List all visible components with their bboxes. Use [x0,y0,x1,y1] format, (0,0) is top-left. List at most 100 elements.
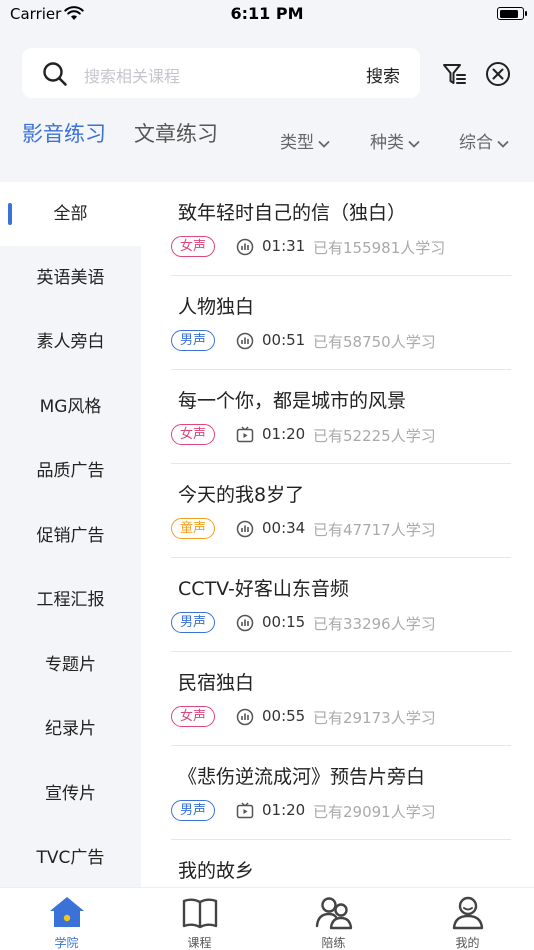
filter-sort-label: 综合 [459,133,493,153]
sidebar-item-label: 工程汇报 [36,590,105,610]
audio-wave-icon [236,520,254,542]
tab-label: 我的 [455,936,480,950]
course-title: 每一个你，都是城市的风景 [178,390,407,412]
status-bar: Carrier 6:11 PM [0,0,534,30]
sidebar-item-label: 品质广告 [36,461,105,481]
audio-wave-icon [236,614,254,636]
filter-sort-dropdown[interactable]: 综合 [459,128,509,153]
sidebar-item-promo-video[interactable]: 宣传片 [0,762,141,826]
tab-label: 陪练 [321,936,346,950]
filter-kind-label: 种类 [370,133,404,153]
course-title: 《悲伤逆流成河》预告片旁白 [178,766,426,788]
course-row[interactable]: 今天的我8岁了 童声 00:34 已有47717人学习 [171,464,511,558]
home-icon [47,894,87,936]
course-duration: 00:15 [262,613,306,631]
tab-label: 课程 [187,936,212,950]
video-icon [236,426,254,448]
sidebar-item-label: 专题片 [45,655,96,675]
voice-badge: 女声 [171,424,216,445]
tab-practice-partner[interactable]: 陪练 [267,888,400,950]
course-row[interactable]: 《悲伤逆流成河》预告片旁白 男声 01:20 已有29091人学习 [171,746,511,840]
course-duration: 01:31 [262,237,306,255]
course-title: 民宿独白 [178,672,255,694]
course-row[interactable]: 每一个你，都是城市的风景 女声 01:20 已有52225人学习 [171,370,511,464]
course-title: CCTV-好客山东音频 [178,578,349,600]
chevron-down-icon [318,133,330,153]
sidebar-item-quality-ads[interactable]: 品质广告 [0,439,141,503]
course-row[interactable]: 致年轻时自己的信（独白） 女声 01:31 已有155981人学习 [171,182,511,276]
sidebar-item-label: 促销广告 [36,526,105,546]
voice-badge: 童声 [171,518,216,539]
partners-icon [314,894,354,936]
course-title: 人物独白 [178,296,255,318]
learner-count: 已有155981人学习 [313,239,446,257]
sidebar-item-label: 纪录片 [45,719,96,739]
sidebar-item-engineering-report[interactable]: 工程汇报 [0,568,141,632]
learner-count: 已有52225人学习 [313,427,436,445]
course-title: 我的故乡 [178,860,255,882]
filter-icon[interactable] [441,61,467,91]
course-title: 今天的我8岁了 [178,484,305,506]
sidebar-item-amateur-narration[interactable]: 素人旁白 [0,310,141,374]
voice-badge: 男声 [171,612,216,633]
battery-level [499,9,519,18]
tab-video-practice[interactable]: 影音练习 [22,118,106,148]
sidebar-item-label: 全部 [53,204,88,224]
audio-wave-icon [236,332,254,354]
sidebar-item-all[interactable]: 全部 [0,182,141,246]
bottom-tab-bar: 学院 课程 陪练 我的 [0,887,534,950]
course-duration: 01:20 [262,801,306,819]
tab-academy[interactable]: 学院 [0,888,133,950]
voice-badge: 男声 [171,800,216,821]
learner-count: 已有29173人学习 [313,709,436,727]
chevron-down-icon [497,133,509,153]
search-button[interactable]: 搜索 [366,62,400,87]
search-icon [42,61,68,91]
learner-count: 已有47717人学习 [313,521,436,539]
course-duration: 00:55 [262,707,306,725]
course-title: 致年轻时自己的信（独白） [178,202,407,224]
learner-count: 已有29091人学习 [313,803,436,821]
sidebar-item-promo-ads[interactable]: 促销广告 [0,504,141,568]
category-sidebar: 全部 英语美语 素人旁白 MG风格 品质广告 促销广告 工程汇报 专题片 纪录片… [0,182,141,887]
status-time: 6:11 PM [230,4,304,23]
battery-icon [497,7,527,20]
course-list: 致年轻时自己的信（独白） 女声 01:31 已有155981人学习 人物独白 男… [141,182,534,887]
voice-badge: 女声 [171,706,216,727]
profile-icon [448,894,488,936]
learner-count: 已有33296人学习 [313,615,436,633]
close-circle-icon[interactable] [485,61,511,91]
tab-article-practice[interactable]: 文章练习 [134,118,218,148]
search-box[interactable]: 搜索相关课程 搜索 [22,48,420,98]
sidebar-item-label: TVC广告 [36,848,105,868]
sidebar-item-english[interactable]: 英语美语 [0,246,141,310]
tab-courses[interactable]: 课程 [133,888,266,950]
book-icon [180,894,220,936]
filter-kind-dropdown[interactable]: 种类 [370,128,420,153]
filter-type-dropdown[interactable]: 类型 [280,128,330,153]
sidebar-item-mg-style[interactable]: MG风格 [0,375,141,439]
sidebar-item-tvc-ads[interactable]: TVC广告 [0,826,141,887]
header: 搜索相关课程 搜索 影音练习 文章练习 类型 种类 综合 [0,30,534,182]
sidebar-item-label: 宣传片 [45,784,96,804]
course-duration: 00:34 [262,519,306,537]
sidebar-item-label: 素人旁白 [36,332,105,352]
course-row[interactable]: CCTV-好客山东音频 男声 00:15 已有33296人学习 [171,558,511,652]
sidebar-item-documentary[interactable]: 纪录片 [0,697,141,761]
audio-wave-icon [236,708,254,730]
voice-badge: 男声 [171,330,216,351]
search-input[interactable]: 搜索相关课程 [84,63,180,87]
video-icon [236,802,254,824]
course-duration: 00:51 [262,331,306,349]
chevron-down-icon [408,133,420,153]
sidebar-item-feature-film[interactable]: 专题片 [0,633,141,697]
tab-label: 学院 [54,936,79,950]
sidebar-item-label: MG风格 [39,397,102,417]
sidebar-item-label: 英语美语 [36,268,105,288]
course-row[interactable]: 人物独白 男声 00:51 已有58750人学习 [171,276,511,370]
selected-marker [8,203,12,225]
tab-mine[interactable]: 我的 [401,888,534,950]
course-row[interactable]: 我的故乡 [171,840,511,887]
course-duration: 01:20 [262,425,306,443]
course-row[interactable]: 民宿独白 女声 00:55 已有29173人学习 [171,652,511,746]
